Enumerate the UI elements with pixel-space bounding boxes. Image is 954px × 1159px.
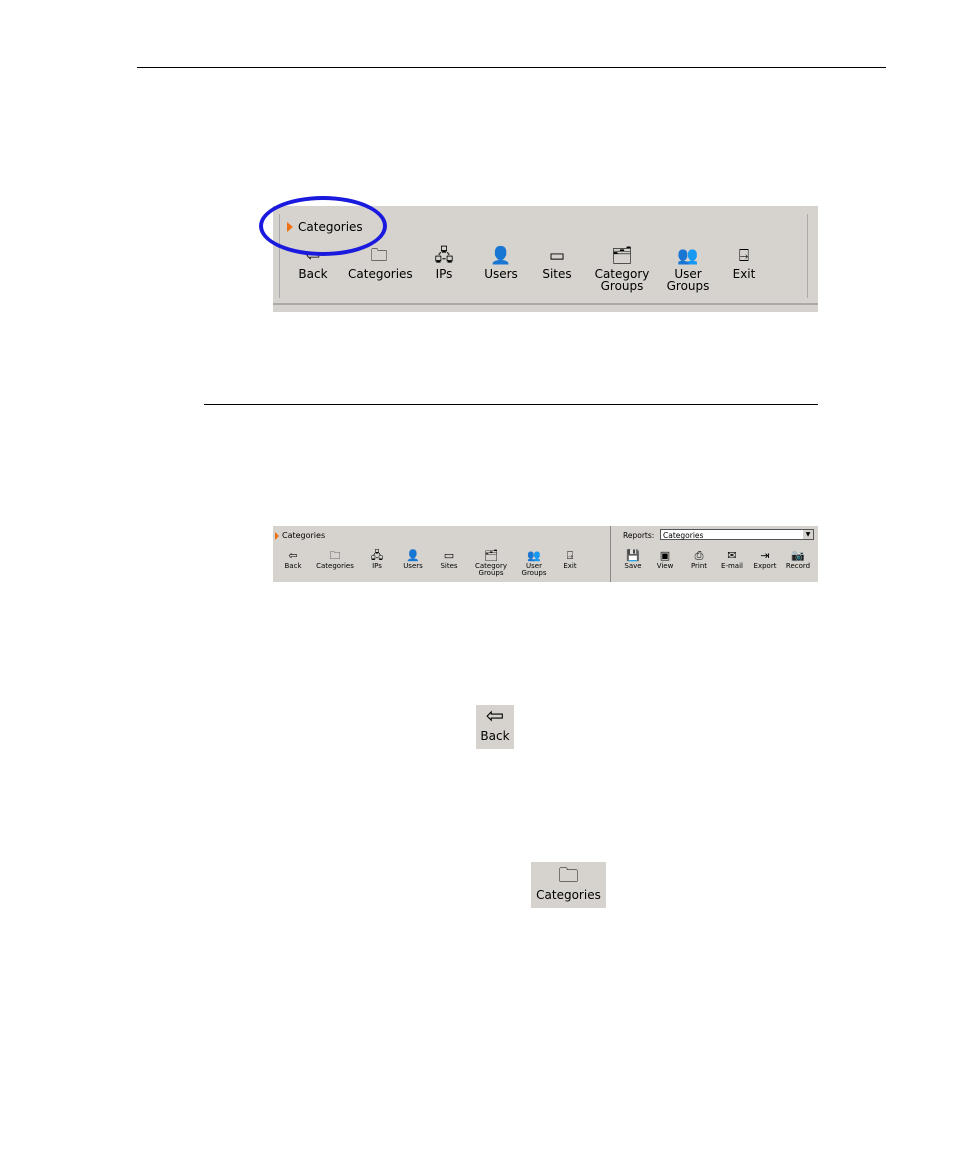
user-icon: 👤 [490,246,512,266]
button-label: Sites [542,267,572,281]
button-label: Exit [732,267,756,281]
user-groups-button[interactable]: 👥 User Groups [657,246,719,293]
button-label: Users [484,267,518,281]
button-label: User Groups [666,267,710,293]
button-label: Back [284,562,302,570]
users-button[interactable]: 👤 Users [393,550,433,570]
sites-button[interactable]: ▭ Sites [429,550,469,570]
save-button[interactable]: 💾 Save [617,550,649,570]
users-button[interactable]: 👤 Users [470,246,532,281]
breadcrumb-label: Categories [282,531,326,540]
view-button[interactable]: ▣ View [649,550,681,570]
navigation-toolbar-full: Categories Reports: Categories ▼ ⇦ Back 🗀 C… [273,526,818,582]
button-label: Category Groups [594,267,650,293]
reports-selected-value: Categories [663,531,704,540]
sites-button[interactable]: ▭ Sites [526,246,588,281]
export-button[interactable]: ⇥ Export [749,550,781,570]
button-label: Sites [440,562,458,570]
folder-group-icon: 🗂 [611,246,633,266]
button-label: IPs [372,562,382,570]
chevron-down-icon[interactable]: ▼ [803,530,813,539]
back-button[interactable]: ⇦ Back [476,705,514,749]
breadcrumb-arrow-icon [275,531,279,540]
reports-label: Reports: [623,531,655,540]
ips-button[interactable]: 🖧 IPs [357,550,397,570]
categories-button[interactable]: 🗀 Categories [315,550,355,570]
button-label: View [656,562,674,570]
button-label: E-mail [721,562,743,570]
record-button[interactable]: 📷 Record [782,550,814,570]
button-label: User Groups [521,562,547,577]
categories-button[interactable]: 🗀 Categories [531,862,606,908]
button-label: Print [690,562,708,570]
reports-dropdown[interactable]: Categories ▼ [660,529,814,540]
print-button[interactable]: ⎙ Print [683,550,715,570]
back-button[interactable]: ⇦ Back [273,550,313,570]
highlight-ellipse [259,196,387,256]
exit-button[interactable]: ⍈ Exit [550,550,590,570]
button-label: Export [753,562,777,570]
button-label: Back [298,267,328,281]
users-icon: 👥 [677,246,699,266]
category-groups-button[interactable]: 🗂 Category Groups [471,550,511,577]
computers-icon: 🖧 [434,246,454,266]
button-label: Exit [563,562,577,570]
header-rule [137,67,886,68]
section-rule [204,404,818,405]
button-label: Categories [316,562,354,570]
back-label: Back [480,729,510,743]
user-groups-button[interactable]: 👥 User Groups [514,550,554,577]
categories-button[interactable]: 🗀 Categories [348,248,413,281]
button-label: Users [403,562,423,570]
button-label: IPs [435,267,453,281]
ips-button[interactable]: 🖧 IPs [413,246,475,281]
back-arrow-icon: ⇦ [485,704,505,729]
e-mail-button[interactable]: ✉ E-mail [716,550,748,570]
folders-icon: 🗀 [558,863,579,887]
exit-button[interactable]: ⍈ Exit [713,246,775,281]
button-label: Record [785,562,811,570]
category-groups-button[interactable]: 🗂 Category Groups [591,246,653,293]
button-label: Categories [348,267,413,281]
exit-door-icon: ⍈ [738,246,750,266]
document-page: Categories ⇦ Back 🗀 Categories 🖧 IPs 👤 Users ▭ Si… [0,0,954,1159]
button-label: Category Groups [475,562,507,577]
window-icon: ▭ [548,246,566,266]
breadcrumb: Categories [275,531,325,540]
button-label: Save [624,562,642,570]
categories-label: Categories [536,888,601,902]
